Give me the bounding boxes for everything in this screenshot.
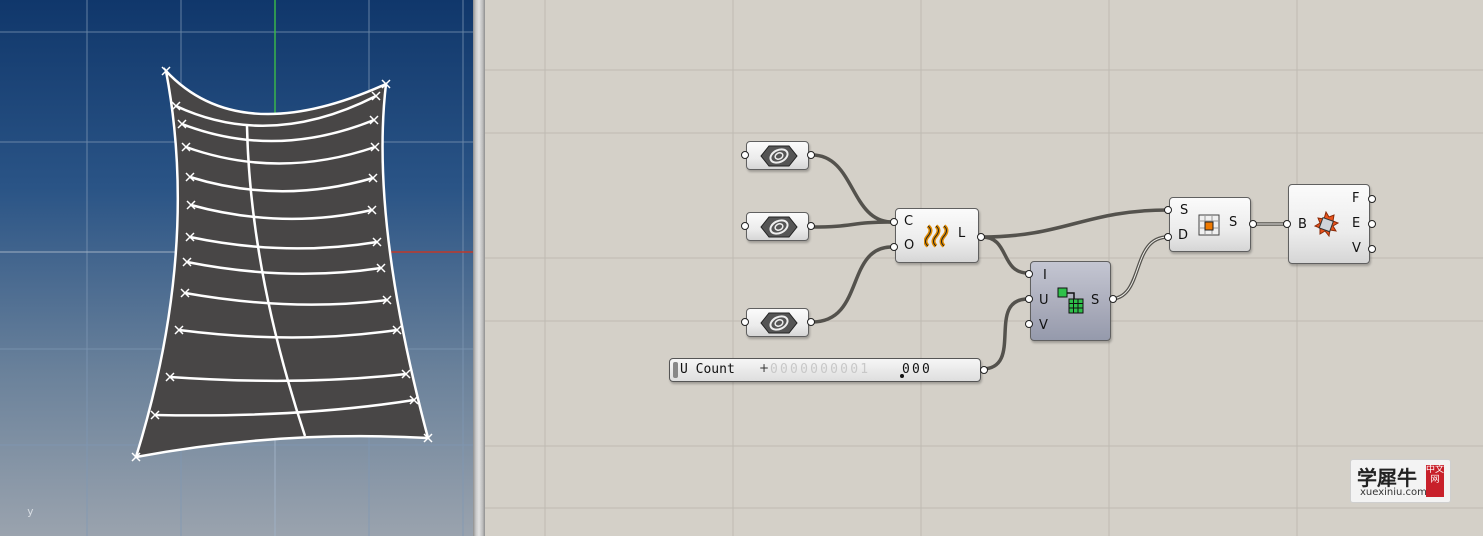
- divide-input-u: U: [1039, 293, 1049, 308]
- panel-splitter[interactable]: [473, 0, 485, 536]
- slider-value: 000: [902, 362, 933, 377]
- slider-grip-dot[interactable]: [900, 374, 904, 378]
- isotrim-grip-out[interactable]: [1249, 220, 1257, 228]
- param-geometry-icon: [760, 312, 798, 334]
- brep-output-e: E: [1352, 216, 1361, 231]
- output-grip[interactable]: [807, 151, 815, 159]
- divide-domain-icon: [1057, 287, 1084, 314]
- loft-icon: [924, 224, 949, 248]
- watermark-badge: 中文网: [1426, 465, 1444, 497]
- isotrim-component[interactable]: S D S: [1169, 197, 1251, 252]
- watermark-url: xuexiniu.com: [1360, 487, 1427, 498]
- param-geometry-icon: [760, 216, 798, 238]
- geometry-param-2[interactable]: [746, 212, 809, 241]
- grasshopper-canvas[interactable]: C O L I U V S S D S B F E V U Count + 00…: [485, 0, 1483, 536]
- divide-grip-i[interactable]: [1025, 270, 1033, 278]
- slider-label: U Count: [680, 362, 735, 377]
- divide-input-i: I: [1043, 268, 1047, 283]
- deconstruct-brep-icon: [1313, 211, 1339, 237]
- brep-output-v: V: [1352, 241, 1361, 256]
- loft-component[interactable]: C O L: [895, 208, 979, 263]
- brep-input-b: B: [1298, 217, 1307, 232]
- loft-grip-l[interactable]: [977, 233, 985, 241]
- geometry-param-1[interactable]: [746, 141, 809, 170]
- param-geometry-icon: [760, 145, 798, 167]
- loft-grip-c[interactable]: [890, 218, 898, 226]
- isotrim-input-d: D: [1178, 228, 1189, 243]
- divide-domain-component[interactable]: I U V S: [1030, 261, 1111, 341]
- isotrim-icon: [1198, 214, 1220, 236]
- canvas-svg: [485, 0, 1483, 536]
- divide-grip-s[interactable]: [1109, 295, 1117, 303]
- isotrim-output-s: S: [1229, 215, 1238, 230]
- input-grip[interactable]: [741, 222, 749, 230]
- slider-output-grip[interactable]: [980, 366, 988, 374]
- divide-grip-u[interactable]: [1025, 295, 1033, 303]
- canvas-grid: [485, 0, 1483, 536]
- isotrim-grip-s[interactable]: [1164, 206, 1172, 214]
- brep-grip-v[interactable]: [1368, 245, 1376, 253]
- output-grip[interactable]: [807, 318, 815, 326]
- input-grip[interactable]: [741, 151, 749, 159]
- watermark-logo: 学犀牛 xuexiniu.com 中文网: [1350, 459, 1451, 503]
- slider-ghost-digits: 0000000001: [770, 362, 871, 377]
- brep-grip-f[interactable]: [1368, 195, 1376, 203]
- loft-input-curves: C: [904, 214, 914, 229]
- divide-input-v: V: [1039, 318, 1048, 333]
- brep-grip-e[interactable]: [1368, 220, 1376, 228]
- output-grip[interactable]: [807, 222, 815, 230]
- geometry-param-3[interactable]: [746, 308, 809, 337]
- viewport-svg: [0, 0, 473, 536]
- deconstruct-brep-component[interactable]: B F E V: [1288, 184, 1370, 264]
- loft-grip-o[interactable]: [890, 243, 898, 251]
- slider-plus-icon: +: [759, 361, 770, 375]
- rhino-viewport[interactable]: y: [0, 0, 473, 536]
- u-count-slider[interactable]: U Count + 0000000001 000: [669, 358, 981, 382]
- brep-grip-b[interactable]: [1283, 220, 1291, 228]
- isotrim-input-s: S: [1180, 203, 1189, 218]
- divide-grip-v[interactable]: [1025, 320, 1033, 328]
- loft-output-loft: L: [958, 226, 966, 241]
- isotrim-grip-d[interactable]: [1164, 233, 1172, 241]
- input-grip[interactable]: [741, 318, 749, 326]
- slider-left-handle[interactable]: [673, 362, 678, 378]
- loft-input-options: O: [904, 238, 915, 253]
- divide-output-s: S: [1091, 293, 1100, 308]
- world-axis-label: y: [27, 505, 34, 518]
- brep-output-f: F: [1352, 191, 1360, 206]
